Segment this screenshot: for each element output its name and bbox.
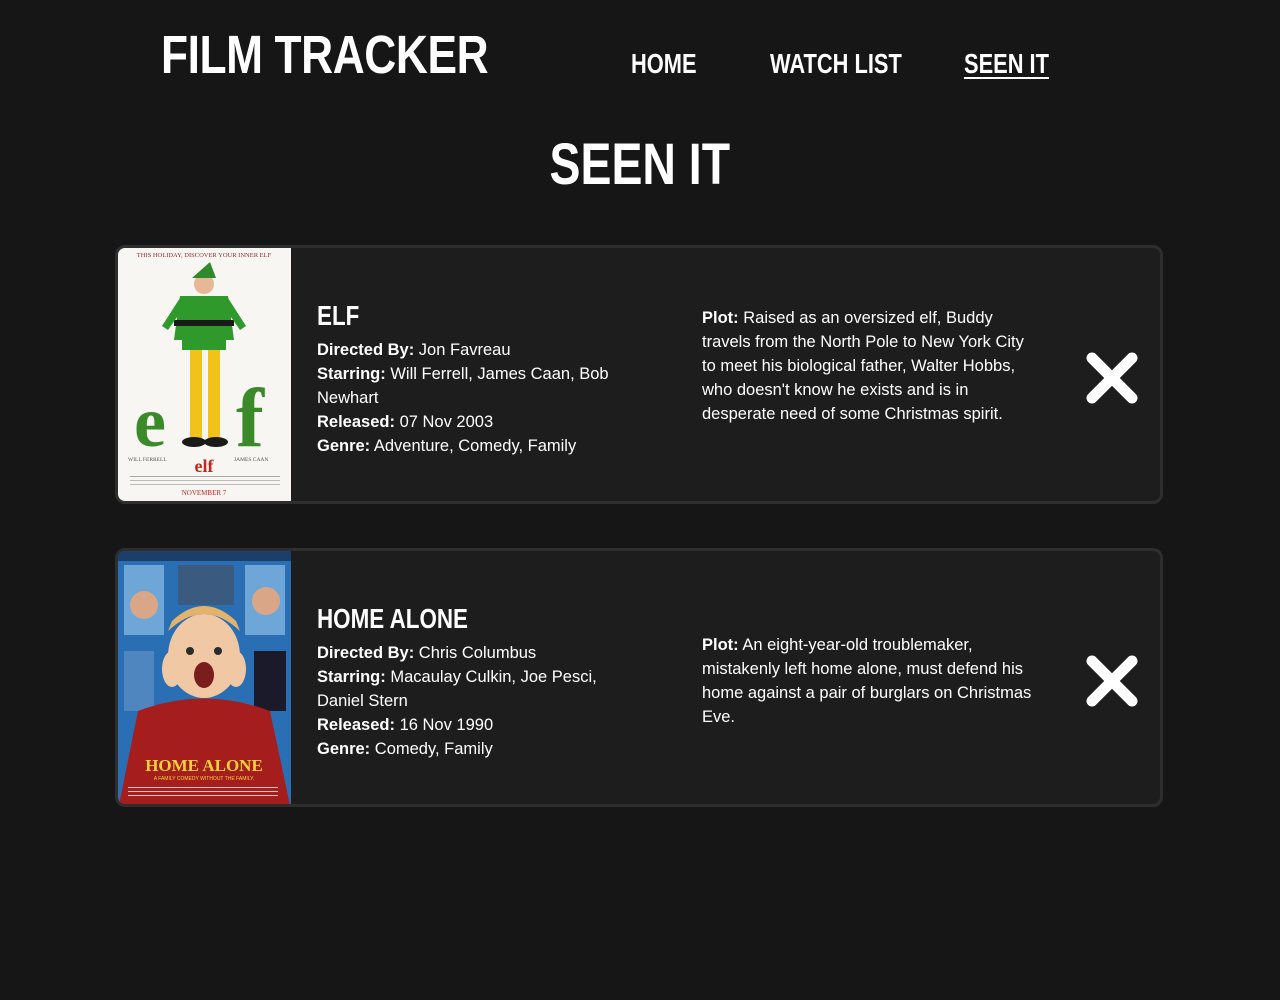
poster-logo: HOME ALONE — [145, 756, 263, 775]
movie-director: Directed By: Chris Columbus — [317, 641, 637, 665]
genre-value: Comedy, Family — [374, 740, 493, 758]
poster-tagline: A FAMILY COMEDY WITHOUT THE FAMILY. — [154, 776, 255, 782]
close-icon — [1086, 655, 1138, 707]
plot-label: Plot: — [702, 636, 739, 654]
poster-credit-right: JAMES CAAN — [234, 457, 268, 463]
close-icon — [1086, 352, 1138, 404]
nav-seen-it-link[interactable]: SEEN IT — [964, 44, 1049, 84]
poster-logo: elf — [195, 456, 215, 476]
movie-card: THIS HOLIDAY, DISCOVER YOUR INNER ELF e … — [115, 245, 1163, 504]
movie-plot: Plot: Raised as an oversized elf, Buddy … — [702, 306, 1042, 426]
movie-plot: Plot: An eight-year-old troublemaker, mi… — [702, 633, 1042, 729]
starring-label: Starring: — [317, 668, 386, 686]
movie-starring: Starring: Will Ferrell, James Caan, Bob … — [317, 362, 637, 410]
directed-by-label: Directed By: — [317, 341, 415, 359]
movie-starring: Starring: Macaulay Culkin, Joe Pesci, Da… — [317, 665, 637, 713]
director-value: Chris Columbus — [418, 644, 537, 662]
elf-poster-image: THIS HOLIDAY, DISCOVER YOUR INNER ELF e … — [118, 248, 291, 501]
plot-value: Raised as an oversized elf, Buddy travel… — [702, 309, 1024, 423]
genre-value: Adventure, Comedy, Family — [373, 437, 577, 455]
released-value: 16 Nov 1990 — [399, 716, 494, 734]
remove-movie-button[interactable] — [1084, 653, 1140, 709]
movie-poster: HOME ALONE A FAMILY COMEDY WITHOUT THE F… — [118, 551, 291, 804]
movie-poster: THIS HOLIDAY, DISCOVER YOUR INNER ELF e … — [118, 248, 291, 501]
home-alone-poster-image: HOME ALONE A FAMILY COMEDY WITHOUT THE F… — [118, 551, 291, 804]
genre-label: Genre: — [317, 437, 371, 455]
genre-label: Genre: — [317, 740, 371, 758]
plot-label: Plot: — [702, 309, 739, 327]
director-value: Jon Favreau — [418, 341, 511, 359]
remove-movie-button[interactable] — [1084, 350, 1140, 406]
movie-director: Directed By: Jon Favreau — [317, 338, 637, 362]
svg-text:e: e — [134, 382, 166, 462]
movie-title: HOME ALONE — [317, 603, 468, 634]
starring-label: Starring: — [317, 365, 386, 383]
nav-watch-list-link[interactable]: WATCH LIST — [770, 44, 902, 84]
directed-by-label: Directed By: — [317, 644, 415, 662]
movie-info: HOME ALONE Directed By: Chris Columbus S… — [317, 601, 637, 761]
movie-released: Released: 16 Nov 1990 — [317, 713, 637, 737]
movie-info: ELF Directed By: Jon Favreau Starring: W… — [317, 298, 637, 458]
released-label: Released: — [317, 413, 395, 431]
movie-genre: Genre: Adventure, Comedy, Family — [317, 434, 637, 458]
poster-credit-left: WILL FERRELL — [128, 457, 167, 463]
released-value: 07 Nov 2003 — [399, 413, 494, 431]
movie-title: ELF — [317, 300, 360, 331]
plot-value: An eight-year-old troublemaker, mistaken… — [702, 636, 1032, 726]
page-title: SEEN IT — [0, 130, 1280, 200]
movie-released: Released: 07 Nov 2003 — [317, 410, 637, 434]
movie-genre: Genre: Comedy, Family — [317, 737, 637, 761]
site-header: FILM TRACKER HOME WATCH LIST SEEN IT — [0, 0, 1280, 120]
main-nav: HOME WATCH LIST SEEN IT — [0, 44, 1280, 84]
released-label: Released: — [317, 716, 395, 734]
movie-card: HOME ALONE A FAMILY COMEDY WITHOUT THE F… — [115, 548, 1163, 807]
poster-tagline: THIS HOLIDAY, DISCOVER YOUR INNER ELF — [137, 252, 272, 259]
poster-release-date: NOVEMBER 7 — [182, 489, 227, 497]
nav-home-link[interactable]: HOME — [631, 44, 697, 84]
page-title-text: SEEN IT — [549, 132, 731, 197]
svg-text:f: f — [236, 372, 265, 465]
